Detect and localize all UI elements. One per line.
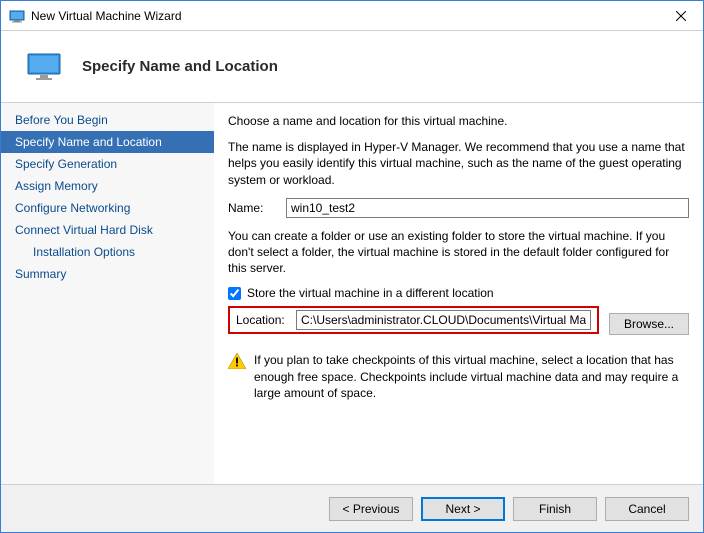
browse-button[interactable]: Browse... — [609, 313, 689, 335]
wizard-header: Specify Name and Location — [1, 31, 703, 103]
sidebar-item-7[interactable]: Summary — [1, 263, 214, 285]
main-panel: Choose a name and location for this virt… — [214, 103, 703, 484]
folder-description: You can create a folder or use an existi… — [228, 228, 689, 277]
titlebar: New Virtual Machine Wizard — [1, 1, 703, 31]
wizard-body: Before You BeginSpecify Name and Locatio… — [1, 103, 703, 484]
page-title: Specify Name and Location — [82, 58, 278, 75]
name-description: The name is displayed in Hyper-V Manager… — [228, 139, 689, 188]
close-icon — [676, 11, 686, 21]
sidebar-item-5[interactable]: Connect Virtual Hard Disk — [1, 219, 214, 241]
close-button[interactable] — [659, 1, 703, 31]
warning-text: If you plan to take checkpoints of this … — [254, 352, 689, 401]
monitor-icon — [26, 52, 62, 82]
location-input[interactable] — [296, 310, 591, 330]
warning-row: If you plan to take checkpoints of this … — [228, 352, 689, 401]
finish-button[interactable]: Finish — [513, 497, 597, 521]
warning-icon — [228, 353, 246, 369]
store-checkbox-row: Store the virtual machine in a different… — [228, 286, 689, 300]
sidebar-item-2[interactable]: Specify Generation — [1, 153, 214, 175]
sidebar-item-1[interactable]: Specify Name and Location — [1, 131, 214, 153]
app-icon — [9, 8, 25, 24]
sidebar-item-3[interactable]: Assign Memory — [1, 175, 214, 197]
wizard-window: New Virtual Machine Wizard Specify Name … — [0, 0, 704, 533]
previous-button[interactable]: < Previous — [329, 497, 413, 521]
sidebar: Before You BeginSpecify Name and Locatio… — [1, 103, 214, 484]
name-row: Name: — [228, 198, 689, 218]
footer: < Previous Next > Finish Cancel — [1, 484, 703, 532]
location-label: Location: — [236, 313, 288, 327]
sidebar-item-6[interactable]: Installation Options — [1, 241, 214, 263]
sidebar-item-0[interactable]: Before You Begin — [1, 109, 214, 131]
next-button[interactable]: Next > — [421, 497, 505, 521]
sidebar-item-4[interactable]: Configure Networking — [1, 197, 214, 219]
location-row: Location: Browse... — [228, 306, 689, 342]
cancel-button[interactable]: Cancel — [605, 497, 689, 521]
store-checkbox[interactable] — [228, 287, 241, 300]
intro-text: Choose a name and location for this virt… — [228, 113, 689, 129]
window-title: New Virtual Machine Wizard — [31, 9, 659, 23]
store-checkbox-label[interactable]: Store the virtual machine in a different… — [247, 286, 494, 300]
name-input[interactable] — [286, 198, 689, 218]
name-label: Name: — [228, 201, 278, 215]
location-highlight: Location: — [228, 306, 599, 334]
